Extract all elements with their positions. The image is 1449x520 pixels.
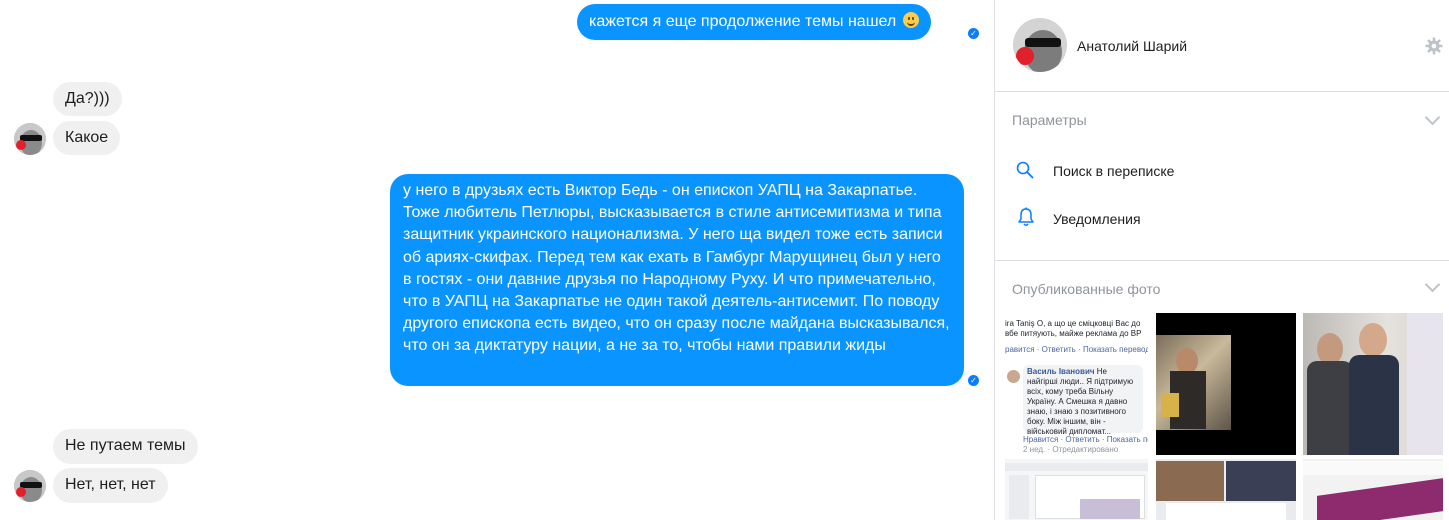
shared-photo[interactable] xyxy=(1303,313,1443,455)
shared-photo[interactable] xyxy=(1005,459,1148,520)
message-incoming[interactable]: Какое xyxy=(53,121,121,155)
chat-thread: кажется я еще продолжение темы нашел ✓ Д… xyxy=(0,0,994,520)
message-text: Не путаем темы xyxy=(65,437,186,454)
message-outgoing[interactable]: кажется я еще продолжение темы нашел xyxy=(577,4,931,40)
search-in-conversation[interactable]: Поиск в переписке xyxy=(995,152,1449,188)
chevron-down-icon xyxy=(1424,276,1441,293)
message-incoming[interactable]: Нет, нет, нет xyxy=(53,468,168,503)
photo-text: ira Taniş О, а що це сміцковці Вас до xyxy=(1005,319,1141,328)
message-text: Нет, нет, нет xyxy=(65,476,156,493)
message-text: кажется я еще продолжение темы нашел xyxy=(589,13,897,30)
contact-name[interactable]: Анатолий Шарий xyxy=(1077,38,1187,54)
gear-icon[interactable] xyxy=(1425,37,1443,55)
bell-icon xyxy=(1018,207,1034,226)
seen-check-icon: ✓ xyxy=(968,28,979,39)
notifications-label: Уведомления xyxy=(1053,211,1141,227)
conversation-info-panel: Анатолий Шарий Параметры Поиск в перепис… xyxy=(994,0,1449,520)
chevron-down-icon xyxy=(1424,109,1441,126)
photo-text: Нравится · Ответить · Показать перев xyxy=(1023,435,1148,444)
shared-photo[interactable]: ira Taniş О, а що це сміцковці Вас до вб… xyxy=(1005,313,1148,455)
photos-title: Опубликованные фото xyxy=(1012,281,1161,297)
contact-avatar[interactable] xyxy=(14,123,46,155)
photo-text: вбе питяують, майже реклама до ВР xyxy=(1005,329,1142,338)
shared-photo[interactable] xyxy=(1156,313,1296,455)
notifications-row[interactable]: Уведомления xyxy=(995,200,1449,236)
photo-text: 2 нед. · Отредактировано xyxy=(1023,445,1119,454)
photo-text: Не найгірші люди.. Я підтримую всіх, ком… xyxy=(1027,367,1134,436)
options-section-header[interactable]: Параметры xyxy=(995,92,1449,148)
photos-section-header[interactable]: Опубликованные фото xyxy=(995,261,1449,311)
shared-photo[interactable] xyxy=(1156,459,1296,520)
message-outgoing[interactable]: у него в друзьях есть Виктор Бедь - он е… xyxy=(390,174,964,386)
message-text: у него в друзьях есть Виктор Бедь - он е… xyxy=(403,182,950,355)
shared-photo[interactable] xyxy=(1303,459,1443,520)
message-text: Какое xyxy=(65,129,109,146)
seen-check-icon: ✓ xyxy=(968,375,979,386)
contact-avatar-large[interactable] xyxy=(1013,18,1067,72)
message-text: Да?))) xyxy=(65,90,110,107)
contact-avatar[interactable] xyxy=(14,470,46,502)
message-incoming[interactable]: Да?))) xyxy=(53,82,122,116)
photo-text: Василь Іванович xyxy=(1027,367,1095,376)
photo-text: равится · Ответить · Показать перевод xyxy=(1005,345,1148,354)
search-label: Поиск в переписке xyxy=(1053,163,1175,179)
search-icon xyxy=(1016,161,1034,179)
options-title: Параметры xyxy=(1012,112,1087,128)
smile-emoji-icon xyxy=(902,12,919,28)
message-incoming[interactable]: Не путаем темы xyxy=(53,429,198,464)
